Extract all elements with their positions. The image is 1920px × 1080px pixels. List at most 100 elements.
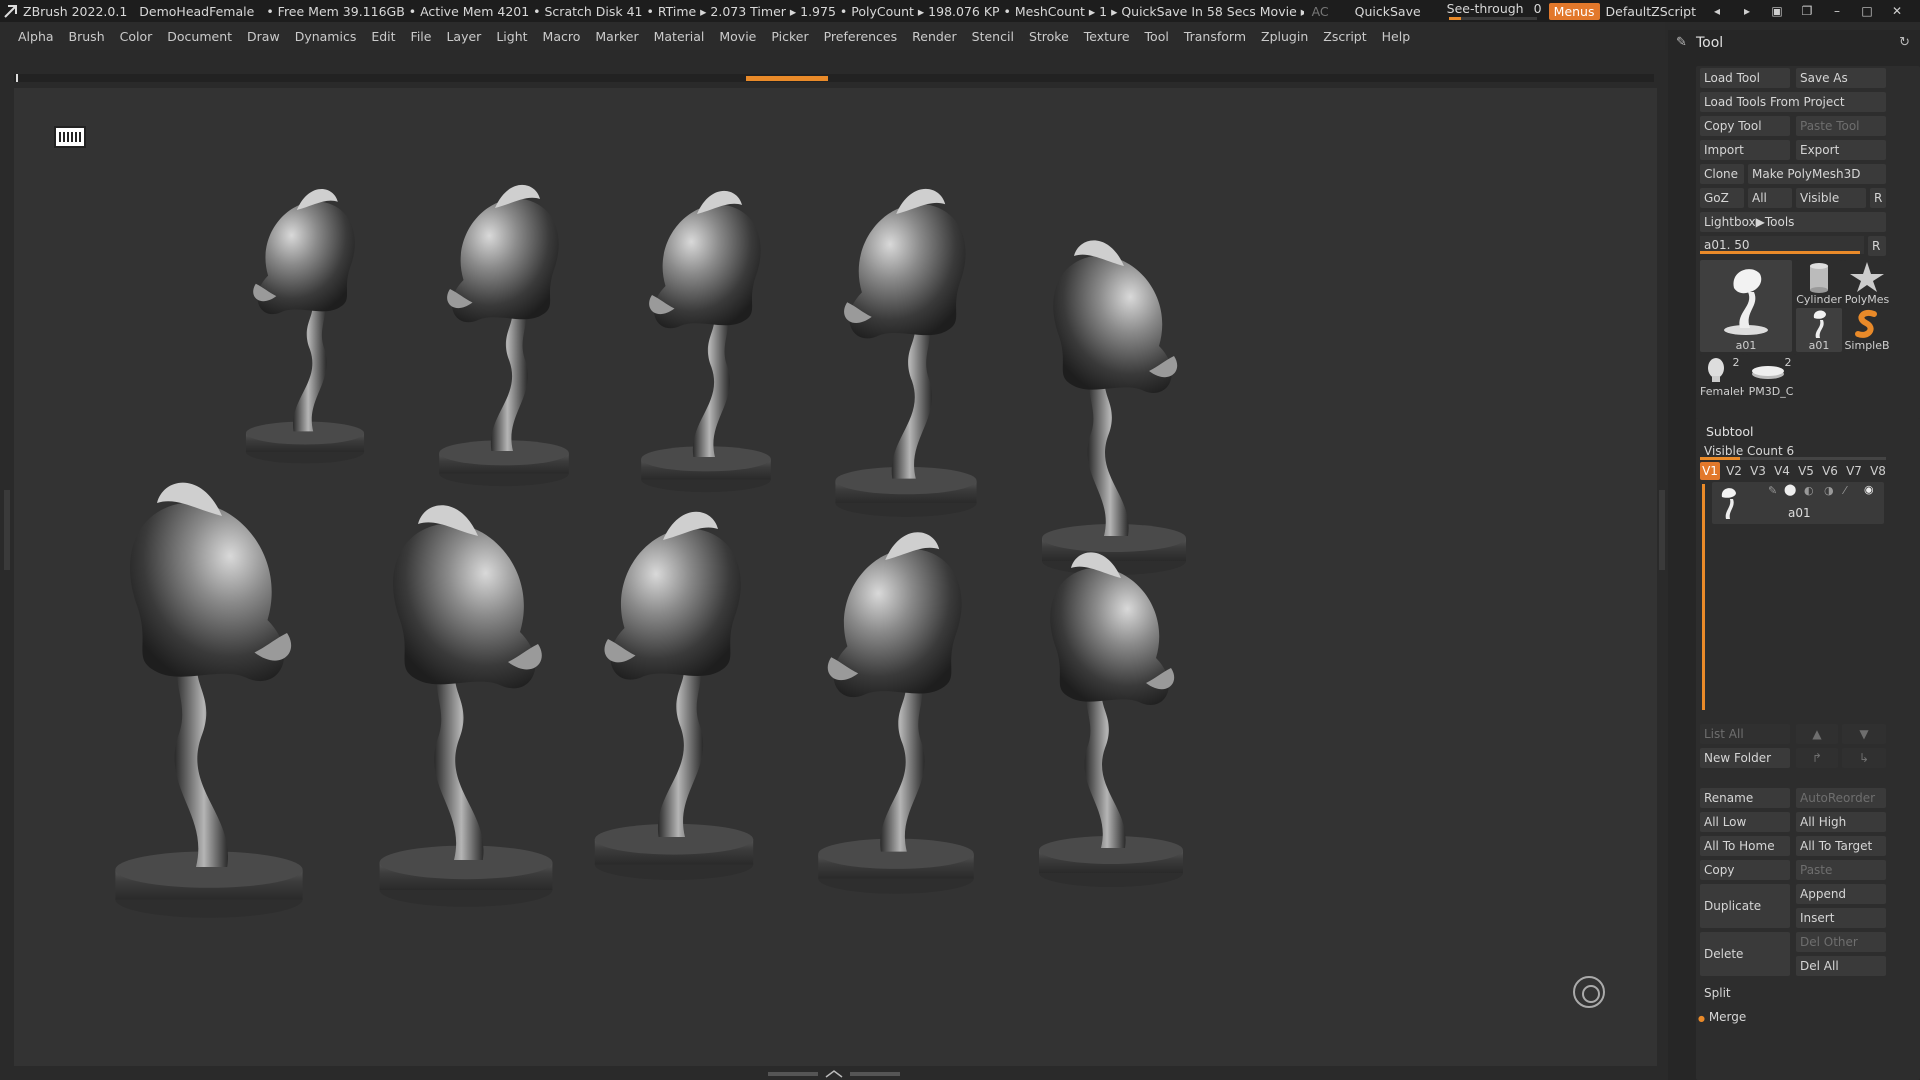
bottom-tray-handle-icon[interactable] [768, 1070, 900, 1078]
current-tool-slider[interactable]: a01. 50 [1700, 236, 1864, 254]
duplicate-button[interactable]: Duplicate [1700, 884, 1790, 928]
tab-v5[interactable]: V5 [1796, 462, 1816, 480]
sculpt-model-5[interactable] [1042, 240, 1186, 575]
copy-subtool-button[interactable]: Copy [1700, 860, 1790, 880]
subtool-dynamic-icon[interactable]: ◐ [1804, 484, 1814, 497]
left-tray-handle[interactable] [4, 490, 10, 570]
maximize-icon[interactable]: □ [1860, 4, 1874, 18]
menu-texture[interactable]: Texture [1084, 29, 1130, 44]
sculpt-model-10[interactable] [1039, 552, 1183, 887]
menu-macro[interactable]: Macro [543, 29, 581, 44]
menu-brush[interactable]: Brush [69, 29, 105, 44]
default-zscript-button[interactable]: DefaultZScript [1606, 4, 1697, 19]
move-out-folder-button[interactable]: ↳ [1842, 748, 1886, 768]
goz-all-button[interactable]: All [1748, 188, 1792, 208]
canvas-viewport[interactable] [14, 88, 1657, 1066]
sculpt-model-6[interactable] [115, 482, 303, 918]
window-cascade-icon[interactable]: ❐ [1800, 4, 1814, 18]
menu-zplugin[interactable]: Zplugin [1261, 29, 1308, 44]
menu-edit[interactable]: Edit [371, 29, 395, 44]
sculpt-model-1[interactable] [245, 188, 365, 464]
pin-icon[interactable]: ✎ [1676, 35, 1687, 50]
list-all-button[interactable]: List All [1700, 724, 1790, 744]
all-low-button[interactable]: All Low [1700, 812, 1790, 832]
menu-material[interactable]: Material [654, 29, 705, 44]
merge-section-header[interactable]: ● Merge [1698, 1010, 1746, 1024]
make-polymesh3d-button[interactable]: Make PolyMesh3D [1748, 164, 1886, 184]
tab-v3[interactable]: V3 [1748, 462, 1768, 480]
export-button[interactable]: Export [1796, 140, 1886, 160]
palette-refresh-icon[interactable]: ↻ [1899, 35, 1910, 50]
rename-button[interactable]: Rename [1700, 788, 1790, 808]
subtool-visibility-eye-icon[interactable]: ◉ [1864, 483, 1874, 496]
menu-marker[interactable]: Marker [595, 29, 638, 44]
visible-count-slider[interactable]: Visible Count 6 [1700, 442, 1886, 460]
menu-draw[interactable]: Draw [247, 29, 280, 44]
new-folder-button[interactable]: New Folder [1700, 748, 1790, 768]
layout-next-icon[interactable]: ▸ [1740, 4, 1754, 18]
all-to-target-button[interactable]: All To Target [1796, 836, 1886, 856]
see-through-slider[interactable]: See-through 0 [1447, 2, 1542, 20]
current-tool-r-button[interactable]: R [1868, 236, 1886, 256]
goz-r-button[interactable]: R [1870, 188, 1886, 208]
subtool-folder-icon[interactable]: ◑ [1824, 484, 1834, 497]
menu-picker[interactable]: Picker [771, 29, 808, 44]
save-as-button[interactable]: Save As [1796, 68, 1886, 88]
menu-render[interactable]: Render [912, 29, 957, 44]
menu-color[interactable]: Color [120, 29, 153, 44]
tab-v8[interactable]: V8 [1868, 462, 1888, 480]
menu-stencil[interactable]: Stencil [972, 29, 1014, 44]
sculpt-model-3[interactable] [641, 190, 771, 493]
ac-button[interactable]: AC [1312, 4, 1329, 19]
copy-tool-button[interactable]: Copy Tool [1700, 116, 1790, 136]
del-all-button[interactable]: Del All [1796, 956, 1886, 976]
tool-thumb-a01-large[interactable]: a01 [1700, 260, 1792, 352]
goz-button[interactable]: GoZ [1700, 188, 1744, 208]
menu-zscript[interactable]: Zscript [1323, 29, 1366, 44]
lightbox-tools-button[interactable]: Lightbox▶Tools [1700, 212, 1886, 232]
subtool-brush-icon[interactable]: ✎ [1768, 484, 1777, 497]
subtool-scrollbar[interactable] [1702, 484, 1705, 710]
minimize-icon[interactable]: – [1830, 4, 1844, 18]
load-tools-from-project-button[interactable]: Load Tools From Project [1700, 92, 1886, 112]
subtool-title[interactable]: Subtool [1706, 424, 1753, 439]
sculpt-model-9[interactable] [818, 532, 974, 894]
tool-thumb-a01-small[interactable]: a01 [1796, 308, 1842, 352]
tab-v2[interactable]: V2 [1724, 462, 1744, 480]
tool-palette-header[interactable]: ✎ Tool ↻ [1668, 30, 1920, 56]
paste-subtool-button[interactable]: Paste [1796, 860, 1886, 880]
paste-tool-button[interactable]: Paste Tool [1796, 116, 1886, 136]
navigation-gizmo-icon[interactable] [1573, 976, 1605, 1008]
load-tool-button[interactable]: Load Tool [1700, 68, 1790, 88]
menu-transform[interactable]: Transform [1184, 29, 1246, 44]
sculpt-model-8[interactable] [594, 511, 754, 880]
close-icon[interactable]: ✕ [1890, 4, 1904, 18]
tool-thumb-pm3d[interactable]: 2 PM3D_C [1746, 354, 1796, 398]
import-button[interactable]: Import [1700, 140, 1790, 160]
tool-thumb-polymesh[interactable]: PolyMes [1844, 260, 1890, 306]
menu-alpha[interactable]: Alpha [18, 29, 54, 44]
subtool-polypaint-toggle-icon[interactable]: ⬤ [1784, 483, 1796, 496]
layout-prev-icon[interactable]: ◂ [1710, 4, 1724, 18]
tab-v7[interactable]: V7 [1844, 462, 1864, 480]
sculpt-model-7[interactable] [379, 505, 553, 907]
delete-button[interactable]: Delete [1700, 932, 1790, 976]
all-to-home-button[interactable]: All To Home [1700, 836, 1790, 856]
menu-layer[interactable]: Layer [446, 29, 481, 44]
quicksave-button[interactable]: QuickSave [1355, 4, 1421, 19]
subtool-item-a01[interactable]: ✎ ⬤ ◐ ◑ ⁄ ◉ a01 [1712, 482, 1884, 524]
tab-v6[interactable]: V6 [1820, 462, 1840, 480]
clone-button[interactable]: Clone [1700, 164, 1744, 184]
menu-file[interactable]: File [411, 29, 432, 44]
move-down-button[interactable]: ▼ [1842, 724, 1886, 744]
subtool-lock-icon[interactable]: ⁄ [1844, 484, 1846, 497]
split-section-header[interactable]: Split [1704, 986, 1731, 1000]
auto-reorder-button[interactable]: AutoReorder [1796, 788, 1886, 808]
menu-preferences[interactable]: Preferences [824, 29, 898, 44]
move-up-button[interactable]: ▲ [1796, 724, 1838, 744]
menu-help[interactable]: Help [1382, 29, 1411, 44]
menu-movie[interactable]: Movie [719, 29, 756, 44]
sculpt-model-4[interactable] [835, 188, 977, 517]
sculpt-model-2[interactable] [439, 184, 569, 487]
insert-button[interactable]: Insert [1796, 908, 1886, 928]
